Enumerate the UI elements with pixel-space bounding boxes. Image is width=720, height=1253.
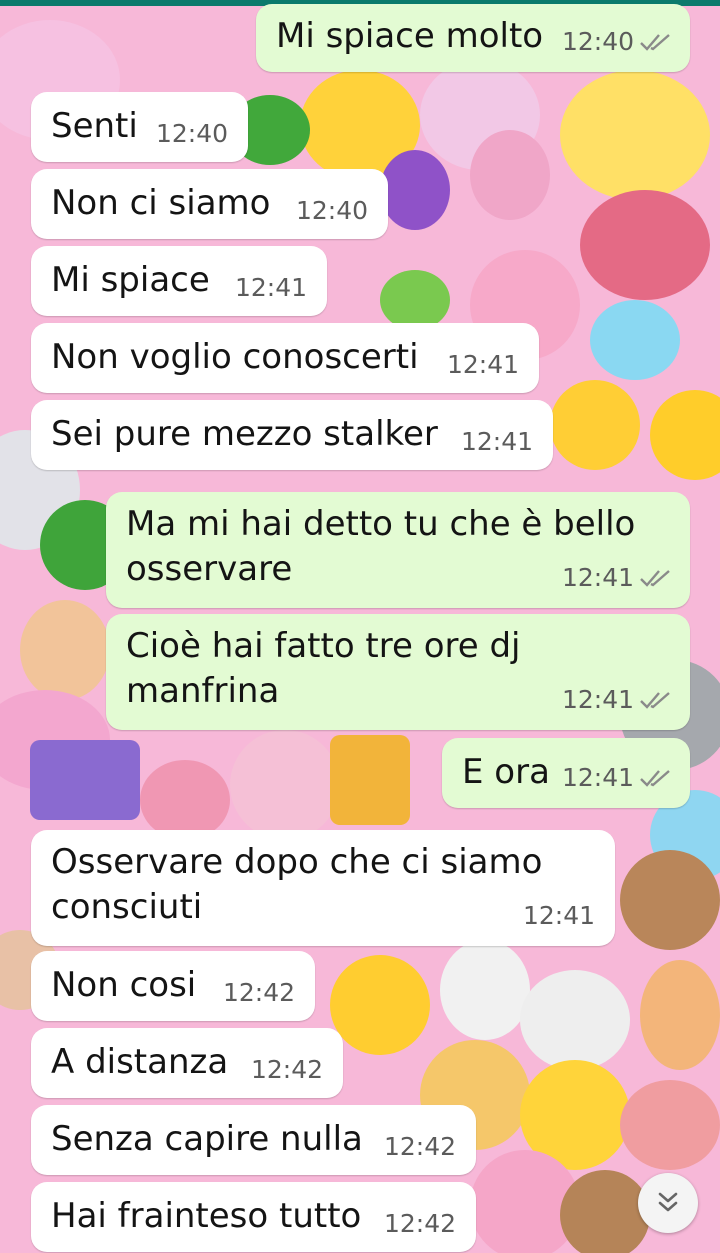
message-time: 12:40: [295, 196, 368, 225]
message-text: Senti: [51, 106, 138, 146]
message-meta: 12:40: [562, 19, 670, 64]
message-time: 12:41: [561, 763, 634, 792]
message-bubble-incoming[interactable]: Senza capire nulla 12:42: [31, 1105, 476, 1175]
message-time: 12:41: [561, 685, 634, 714]
message-text: Mi spiace molto: [276, 16, 544, 56]
message-time: 12:40: [155, 119, 228, 148]
message-meta: 12:41: [562, 677, 670, 722]
message-bubble-outgoing[interactable]: Ma mi hai detto tu che è bello osservare…: [106, 492, 690, 608]
double-check-icon: [640, 569, 670, 587]
message-bubble-incoming[interactable]: Hai frainteso tutto 12:42: [31, 1182, 476, 1252]
message-bubble-incoming[interactable]: A distanza 12:42: [31, 1028, 343, 1098]
message-time: 12:42: [250, 1055, 323, 1084]
message-bubble-incoming[interactable]: Senti 12:40: [31, 92, 248, 162]
message-meta: 12:41: [562, 755, 670, 800]
message-meta: 12:41: [562, 555, 670, 600]
message-text: Mi spiace: [51, 260, 210, 300]
message-text-line: Osservare dopo che ci siamo: [51, 842, 543, 882]
message-time: 12:42: [383, 1132, 456, 1161]
message-time: 12:42: [222, 978, 295, 1007]
message-bubble-incoming[interactable]: Non voglio conoscerti 12:41: [31, 323, 539, 393]
message-bubble-incoming[interactable]: Sei pure mezzo stalker 12:41: [31, 400, 553, 470]
message-text-line: consciuti: [51, 887, 203, 927]
message-bubble-outgoing[interactable]: Mi spiace molto 12:40: [256, 4, 690, 72]
message-text-line: manfrina: [126, 671, 280, 711]
message-time: 12:41: [561, 563, 634, 592]
message-text: Hai frainteso tutto: [51, 1196, 362, 1236]
message-time: 12:41: [234, 273, 307, 302]
double-check-icon: [640, 691, 670, 709]
message-list[interactable]: Mi spiace molto 12:40 Senti 12:40 Non ci…: [0, 0, 720, 1253]
message-bubble-outgoing[interactable]: E ora 12:41: [442, 738, 690, 808]
message-text: Sei pure mezzo stalker: [51, 414, 438, 454]
message-bubble-incoming[interactable]: Osservare dopo che ci siamo consciuti 12…: [31, 830, 615, 946]
message-bubble-outgoing[interactable]: Cioè hai fatto tre ore dj manfrina 12:41: [106, 614, 690, 730]
message-text: Non voglio conoscerti: [51, 337, 419, 377]
message-time: 12:40: [561, 27, 634, 56]
message-time: 12:41: [522, 901, 595, 930]
message-text-line: Ma mi hai detto tu che è bello: [126, 504, 636, 544]
message-text-line: osservare: [126, 549, 293, 589]
message-bubble-incoming[interactable]: Non cosi 12:42: [31, 951, 315, 1021]
message-time: 12:41: [460, 427, 533, 456]
message-bubble-incoming[interactable]: Non ci siamo 12:40: [31, 169, 388, 239]
message-text: Senza capire nulla: [51, 1119, 363, 1159]
message-text: Non cosi: [51, 965, 197, 1005]
scroll-to-bottom-button[interactable]: [638, 1173, 698, 1233]
message-text: Non ci siamo: [51, 183, 271, 223]
message-text: E ora: [462, 752, 550, 792]
double-check-icon: [640, 33, 670, 51]
message-text-line: Cioè hai fatto tre ore dj: [126, 626, 521, 666]
message-time: 12:41: [446, 350, 519, 379]
message-text: A distanza: [51, 1042, 229, 1082]
double-check-icon: [640, 769, 670, 787]
message-time: 12:42: [383, 1209, 456, 1238]
message-bubble-incoming[interactable]: Mi spiace 12:41: [31, 246, 327, 316]
chevron-double-down-icon: [658, 1192, 678, 1212]
